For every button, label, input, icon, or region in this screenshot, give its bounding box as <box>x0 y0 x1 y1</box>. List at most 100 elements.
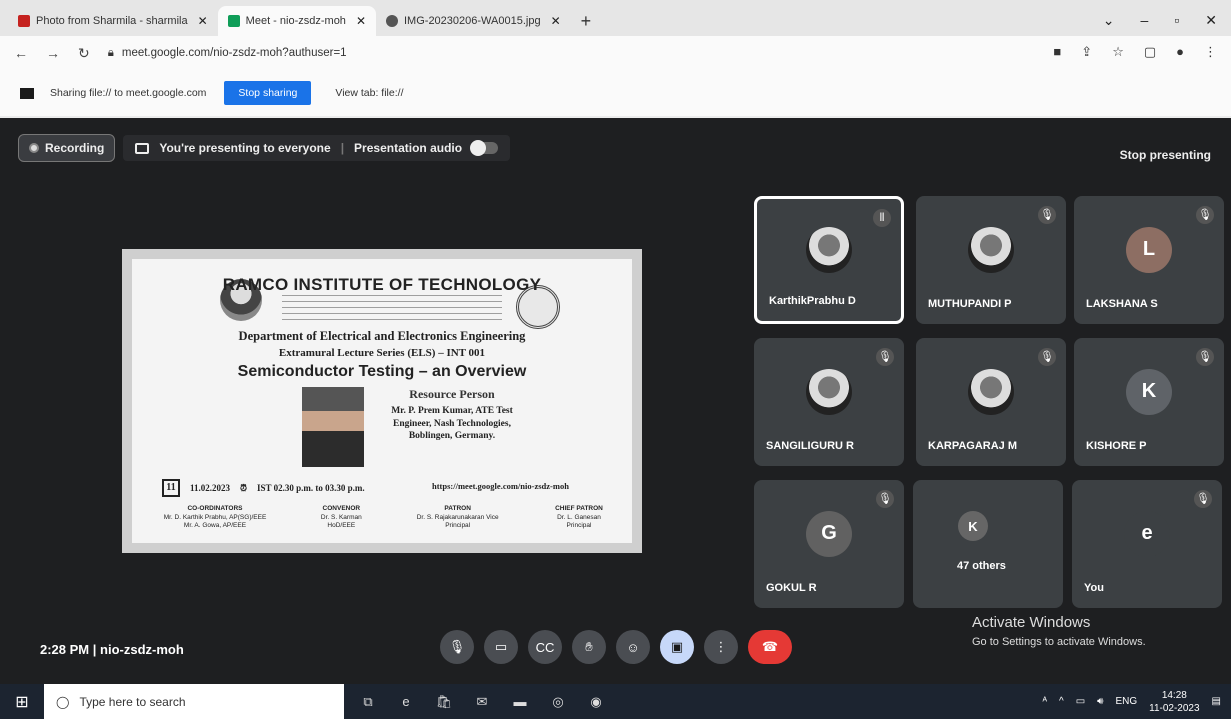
tab-gmail[interactable]: Photo from Sharmila - sharmila ✕ <box>8 6 218 36</box>
presenting-label: You're presenting to everyone <box>159 141 331 155</box>
meet-icon <box>227 15 240 27</box>
activate-windows-title: Activate Windows <box>972 614 1091 631</box>
view-tab-link[interactable]: View tab: file:// <box>335 87 403 99</box>
meeting-code: nio-zsdz-moh <box>100 642 184 657</box>
slide-time: IST 02.30 p.m. to 03.30 p.m. <box>257 483 365 493</box>
participant-name: LAKSHANA S <box>1086 298 1158 310</box>
participant-tile[interactable]: L 🎙︎ LAKSHANA S <box>1074 196 1224 324</box>
leave-call-icon[interactable]: ☎︎ <box>748 630 792 664</box>
stop-presenting-button[interactable]: Stop presenting <box>1120 148 1211 162</box>
raise-hand-icon[interactable]: ✋︎ <box>572 630 606 664</box>
others-count: 47 others <box>957 560 1006 572</box>
tab-label: Meet - nio-zsdz-moh <box>245 15 346 27</box>
self-tile[interactable]: e 🎙︎ You <box>1072 480 1222 608</box>
windows-start-icon[interactable]: ⊞ <box>0 684 44 719</box>
mic-off-icon: 🎙︎ <box>876 490 894 508</box>
slide-footer: CO-ORDINATORS Mr. D. Karthik Prabhu, AP(S… <box>160 505 614 531</box>
participant-name: KarthikPrabhu D <box>769 295 856 307</box>
participant-name: SANGILIGURU R <box>766 440 854 452</box>
mail-icon[interactable]: ✉ <box>468 692 496 712</box>
participant-tile[interactable]: 🎙︎ MUTHUPANDI P <box>916 196 1066 324</box>
recording-button[interactable]: Recording <box>18 134 116 162</box>
tab-label: IMG-20230206-WA0015.jpg <box>404 15 541 27</box>
avatar: e <box>1124 510 1170 557</box>
back-icon[interactable]: ← <box>14 45 28 61</box>
present-now-icon[interactable]: ▣ <box>660 630 694 664</box>
taskbar-search[interactable]: ◯ Type here to search <box>44 684 344 719</box>
footer-col: PATRON Dr. S. Rajakarunakaran Vice Princi… <box>416 505 499 529</box>
volume-icon[interactable]: 🔊︎ <box>1097 696 1103 707</box>
tab-label: Photo from Sharmila - sharmila <box>36 15 188 27</box>
minimize-icon[interactable]: – <box>1141 12 1149 29</box>
camera-off-icon[interactable]: ▭ <box>484 630 518 664</box>
edge-icon[interactable]: e <box>392 692 420 712</box>
avatar: K <box>958 511 988 542</box>
menu-icon[interactable]: ⋮ <box>1204 44 1217 60</box>
captions-icon[interactable]: CC <box>528 630 562 664</box>
taskbar-clock[interactable]: 14:28 11-02-2023 <box>1149 689 1199 715</box>
globe-icon <box>386 15 398 27</box>
audio-level-icon: ⦀ <box>873 209 891 227</box>
footer-col: CHIEF PATRON Dr. L. Ganesan Principal <box>555 505 603 529</box>
close-tab-icon[interactable]: ✕ <box>356 14 366 28</box>
participant-name: KARPAGARAJ M <box>928 440 1018 452</box>
tab-meet[interactable]: Meet - nio-zsdz-moh ✕ <box>217 6 376 36</box>
present-icon <box>135 142 150 154</box>
emoji-icon[interactable]: ☺ <box>616 630 650 664</box>
participant-tile[interactable]: 🎙︎ SANGILIGURU R <box>754 338 904 466</box>
presentation-audio-toggle[interactable] <box>470 140 499 156</box>
network-icon[interactable]: ▭ <box>1076 696 1085 707</box>
mic-off-icon[interactable]: 🎙︎ <box>440 630 474 664</box>
tab-image[interactable]: IMG-20230206-WA0015.jpg ✕ <box>376 6 571 36</box>
slide-topic: Semiconductor Testing – an Overview <box>237 363 527 380</box>
clock-date: 11-02-2023 <box>1149 702 1200 714</box>
tab-search-icon[interactable]: ⌄ <box>1103 12 1115 29</box>
speaker-photo <box>302 387 364 467</box>
activate-windows-subtitle: Go to Settings to activate Windows. <box>972 636 1146 648</box>
stop-sharing-button[interactable]: Stop sharing <box>224 81 312 105</box>
avatar <box>968 226 1014 273</box>
chrome-icon[interactable]: ◎ <box>544 692 572 712</box>
file-explorer-icon[interactable]: ▬ <box>506 692 534 712</box>
slide-date-time: 11 11.02.2023 ⏰︎ IST 02.30 p.m. to 03.30… <box>162 479 365 497</box>
close-tab-icon[interactable]: ✕ <box>198 14 208 28</box>
presentation-audio-label: Presentation audio <box>354 141 463 155</box>
store-icon[interactable]: 🛍︎ <box>430 692 458 712</box>
avatar <box>968 368 1014 415</box>
bookmark-star-icon[interactable]: ☆ <box>1112 44 1124 60</box>
screen-share-icon <box>20 87 34 99</box>
sidepanel-icon[interactable]: ▢ <box>1144 44 1156 60</box>
participant-tile[interactable]: ⦀ KarthikPrabhu D <box>754 196 904 324</box>
record-icon <box>29 143 39 153</box>
participant-tile[interactable]: 🎙︎ KARPAGARAJ M <box>916 338 1066 466</box>
close-tab-icon[interactable]: ✕ <box>551 14 561 28</box>
participant-tile[interactable]: K 🎙︎ KISHORE P <box>1074 338 1224 466</box>
mic-off-icon: 🎙︎ <box>1038 206 1056 224</box>
notification-icon[interactable]: ▤ <box>1212 696 1221 707</box>
slide-series: Extramural Lecture Series (ELS) – INT 00… <box>278 347 486 359</box>
more-options-icon[interactable]: ⋮ <box>704 630 738 664</box>
new-tab-button[interactable]: + <box>571 6 602 36</box>
camera-icon[interactable]: ■ <box>1053 44 1061 60</box>
chevron-up-icon[interactable]: ^ <box>1059 696 1064 707</box>
slide-date: 11.02.2023 <box>190 483 231 493</box>
chrome-profile-icon[interactable]: ◉ <box>582 692 610 712</box>
share-icon[interactable]: ⇪ <box>1081 44 1092 60</box>
people-icon[interactable]: ᴬ <box>1042 696 1047 707</box>
url-field[interactable]: 🔒︎ meet.google.com/nio-zsdz-moh?authuser… <box>108 47 347 60</box>
others-tile[interactable]: K 47 others <box>913 480 1063 608</box>
call-controls: 🎙︎ ▭ CC ✋︎ ☺ ▣ ⋮ ☎︎ <box>440 630 792 664</box>
url-text: meet.google.com/nio-zsdz-moh?authuser=1 <box>121 47 347 59</box>
footer-col: CO-ORDINATORS Mr. D. Karthik Prabhu, AP(S… <box>163 505 267 529</box>
maximize-icon[interactable]: ▫ <box>1174 12 1179 29</box>
avatar: G <box>806 510 852 557</box>
participant-tile[interactable]: G 🎙︎ GOKUL R <box>754 480 904 608</box>
task-view-icon[interactable]: ⧉ <box>354 692 382 712</box>
language-indicator[interactable]: ENG <box>1115 696 1137 707</box>
forward-icon[interactable]: → <box>46 45 60 61</box>
profile-icon[interactable]: ● <box>1176 44 1184 60</box>
reload-icon[interactable]: ↻ <box>78 45 90 62</box>
presenting-bar: You're presenting to everyone | Presenta… <box>123 135 511 161</box>
avatar <box>806 227 852 274</box>
close-window-icon[interactable]: ✕ <box>1205 12 1217 29</box>
